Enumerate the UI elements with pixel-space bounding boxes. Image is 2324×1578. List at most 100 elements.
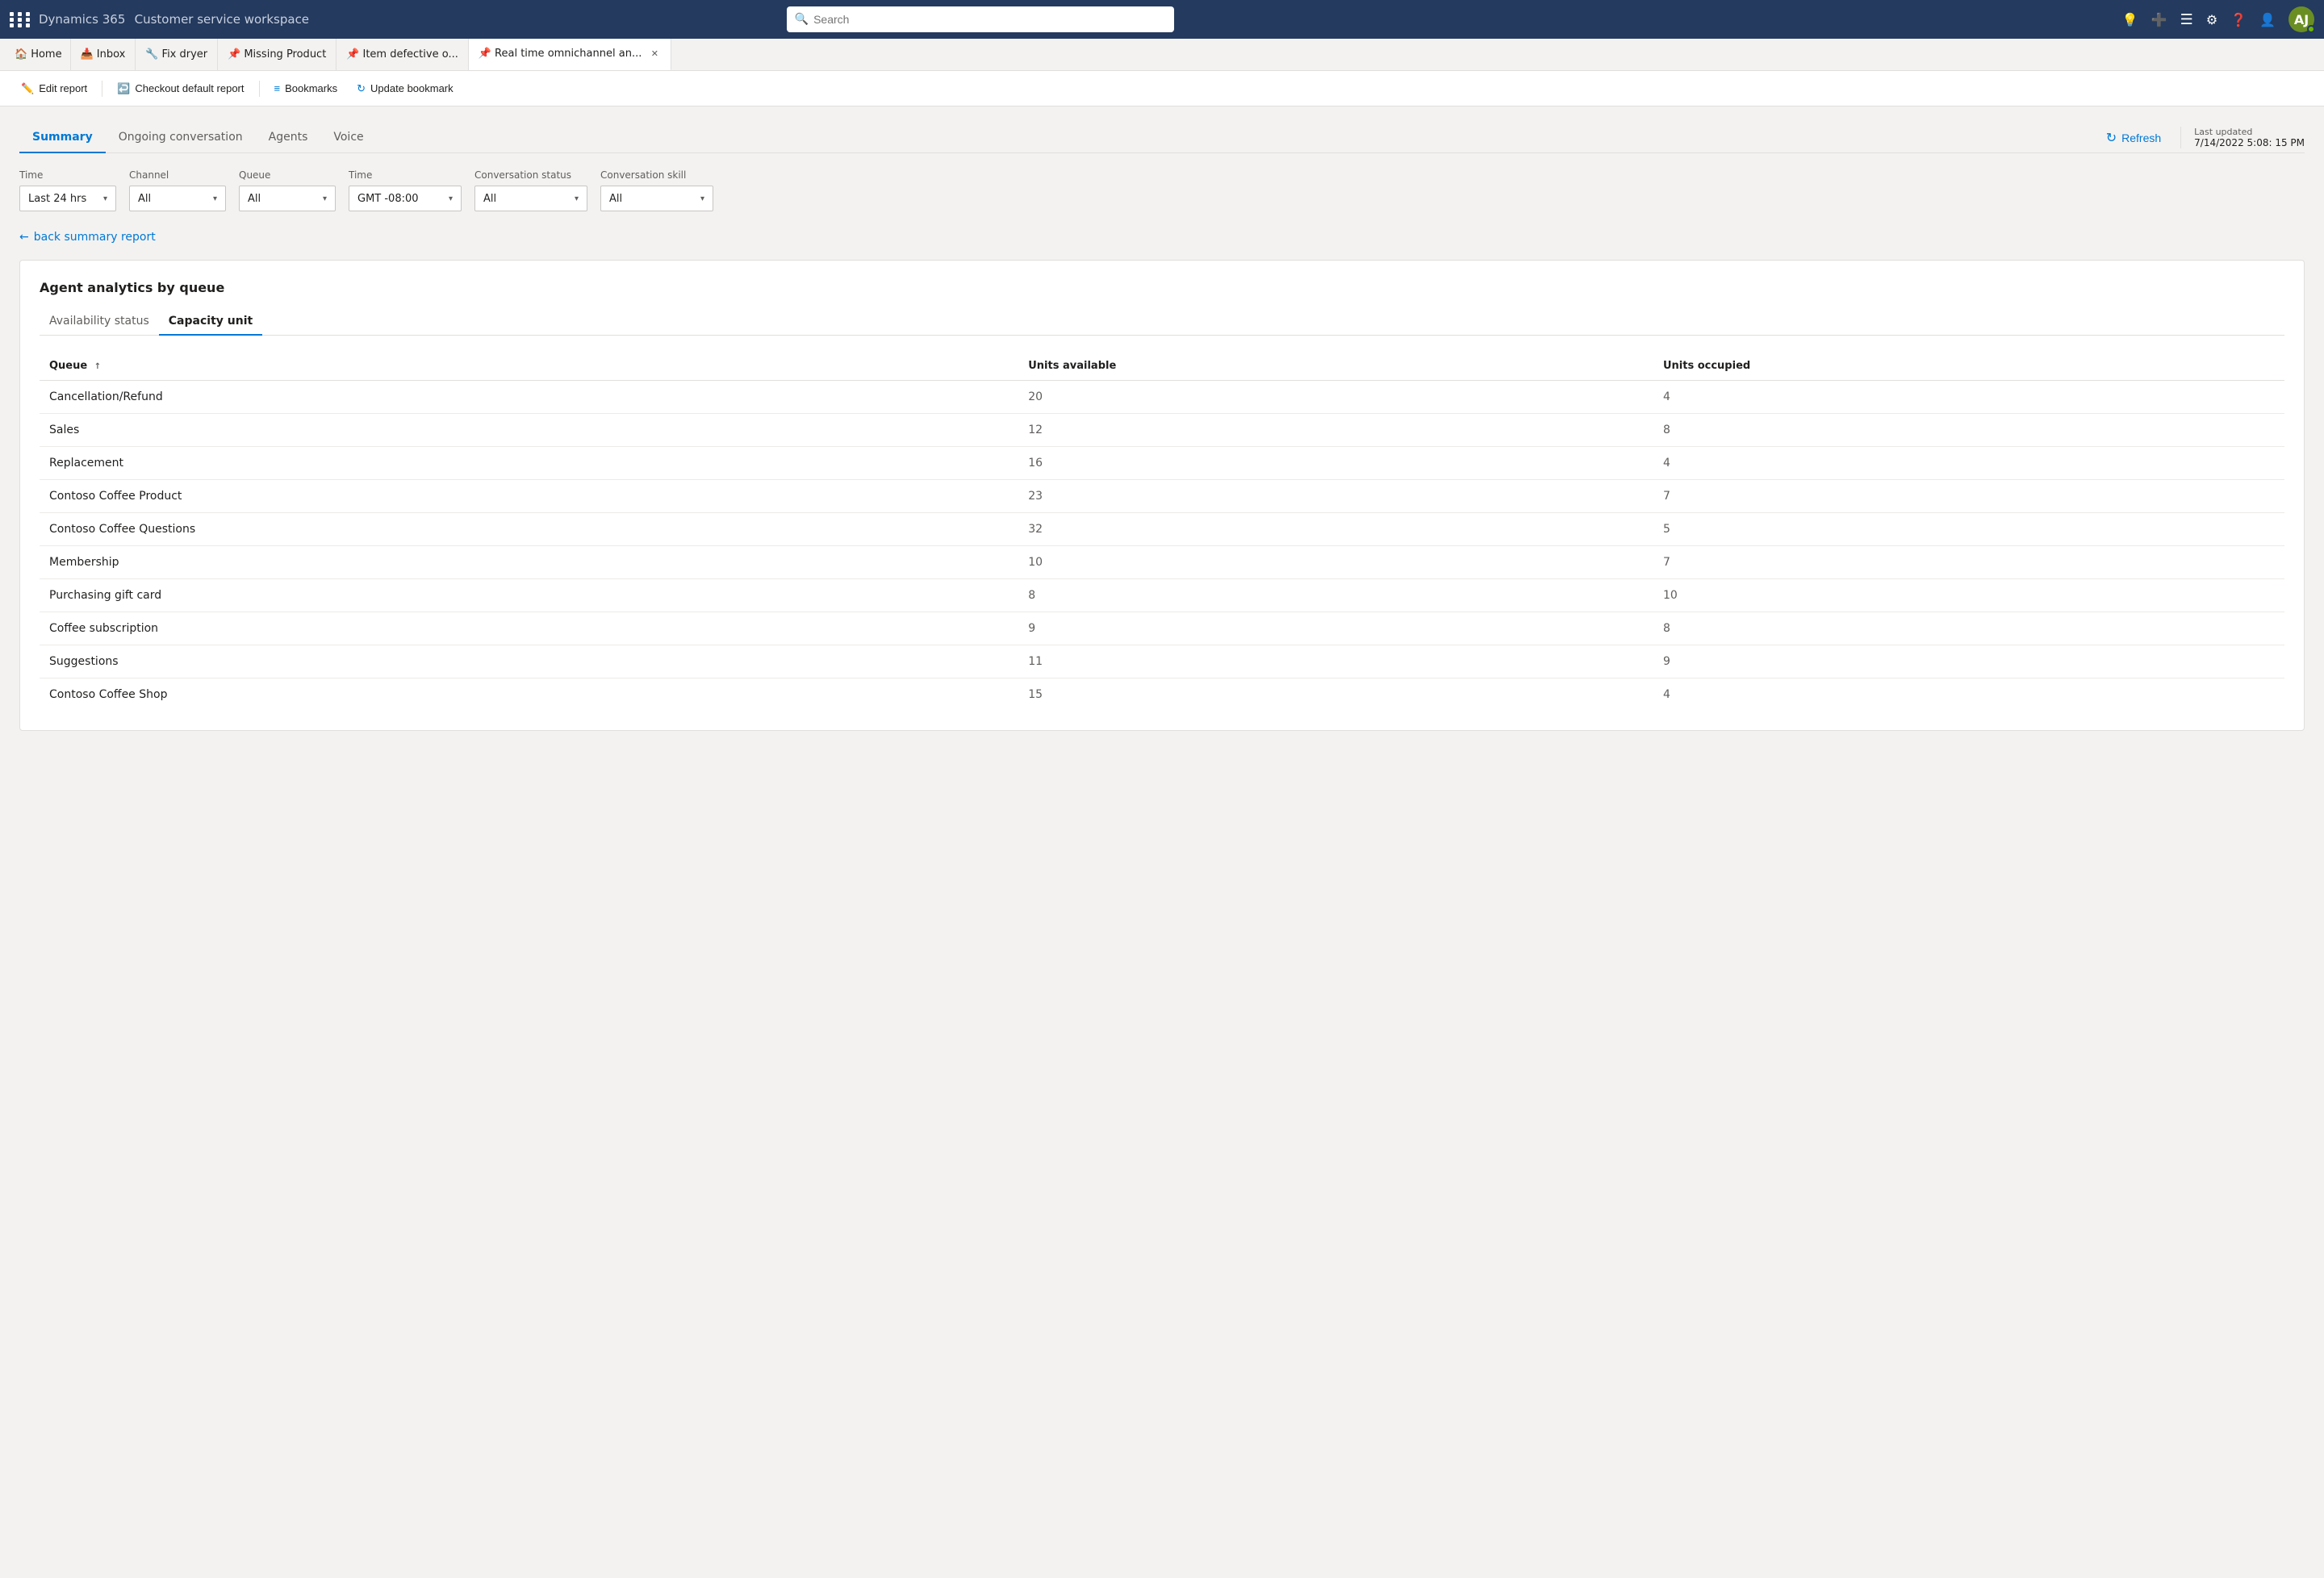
back-arrow-icon: ← [19, 231, 29, 244]
cell-queue-1: Sales [40, 414, 1018, 447]
home-icon: 🏠 [15, 48, 27, 61]
cell-queue-7: Coffee subscription [40, 612, 1018, 645]
col-units-available: Units available [1018, 352, 1653, 381]
cell-queue-6: Purchasing gift card [40, 579, 1018, 612]
filters-row: Time Last 24 hrs ▾ Channel All ▾ Queue A… [19, 169, 2305, 211]
toolbar-separator-2 [259, 81, 260, 97]
app-title: Dynamics 365 Customer service workspace [39, 12, 309, 27]
cell-queue-9: Contoso Coffee Shop [40, 678, 1018, 712]
checkout-button[interactable]: ↩️ Checkout default report [109, 76, 252, 102]
cell-units-available-7: 9 [1018, 612, 1653, 645]
table-row: Cancellation/Refund 20 4 [40, 381, 2284, 414]
table-row: Contoso Coffee Questions 32 5 [40, 513, 2284, 546]
edit-report-button[interactable]: ✏️ Edit report [13, 76, 95, 102]
cell-units-occupied-2: 4 [1653, 447, 2284, 480]
inner-tabs: Availability status Capacity unit [40, 308, 2284, 336]
table-row: Coffee subscription 9 8 [40, 612, 2284, 645]
bookmarks-button[interactable]: ≡ Bookmarks [266, 76, 346, 102]
refresh-button[interactable]: ↻ Refresh [2100, 127, 2167, 149]
lightbulb-icon[interactable]: 💡 [2122, 12, 2138, 27]
main-content: Summary Ongoing conversation Agents Voic… [0, 106, 2324, 1578]
back-link[interactable]: ← back summary report [19, 231, 156, 244]
filter-queue-select[interactable]: All ▾ [239, 186, 336, 211]
filter-time1-select[interactable]: Last 24 hrs ▾ [19, 186, 116, 211]
filter-time2: Time GMT -08:00 ▾ [349, 169, 462, 211]
table-row: Contoso Coffee Product 23 7 [40, 480, 2284, 513]
filter-conv-status: Conversation status All ▾ [474, 169, 587, 211]
nav-icons: 💡 ➕ ☰ ⚙ ❓ 👤 AJ [2122, 6, 2314, 32]
cell-units-available-1: 12 [1018, 414, 1653, 447]
chevron-down-icon-4: ▾ [449, 194, 453, 203]
table-row: Replacement 16 4 [40, 447, 2284, 480]
filter-time2-select[interactable]: GMT -08:00 ▾ [349, 186, 462, 211]
capacity-table: Queue ↑ Units available Units occupied C… [40, 352, 2284, 711]
chevron-down-icon-6: ▾ [700, 194, 704, 203]
filter-conv-skill-select[interactable]: All ▾ [600, 186, 713, 211]
cell-queue-8: Suggestions [40, 645, 1018, 678]
pin-icon-3: 📌 [479, 48, 491, 60]
report-tab-agents[interactable]: Agents [256, 123, 321, 153]
cell-units-occupied-8: 9 [1653, 645, 2284, 678]
col-queue[interactable]: Queue ↑ [40, 352, 1018, 381]
search-bar[interactable]: 🔍 [787, 6, 1174, 32]
card-title: Agent analytics by queue [40, 280, 2284, 295]
cell-units-occupied-1: 8 [1653, 414, 2284, 447]
filter-conv-status-select[interactable]: All ▾ [474, 186, 587, 211]
plus-icon[interactable]: ➕ [2151, 12, 2167, 27]
gear-icon[interactable]: ⚙ [2206, 12, 2217, 27]
cell-units-available-2: 16 [1018, 447, 1653, 480]
tab-item-defective[interactable]: 📌 Item defective o... [336, 39, 469, 71]
refresh-area: ↻ Refresh Last updated 7/14/2022 5:08: 1… [2100, 127, 2305, 149]
cell-units-occupied-6: 10 [1653, 579, 2284, 612]
tab-bar: 🏠 Home 📥 Inbox 🔧 Fix dryer 📌 Missing Pro… [0, 39, 2324, 71]
checkout-icon: ↩️ [117, 82, 130, 95]
col-units-occupied: Units occupied [1653, 352, 2284, 381]
table-row: Suggestions 11 9 [40, 645, 2284, 678]
report-tab-summary[interactable]: Summary [19, 123, 106, 153]
waffle-menu[interactable] [10, 12, 32, 27]
tab-realtime[interactable]: 📌 Real time omnichannel an... ✕ [469, 39, 672, 71]
inner-tab-capacity[interactable]: Capacity unit [159, 308, 262, 336]
inbox-icon: 📥 [81, 48, 94, 61]
edit-icon: ✏️ [21, 82, 34, 95]
cell-units-available-3: 23 [1018, 480, 1653, 513]
sort-icon: ↑ [94, 362, 101, 371]
tab-fix-dryer[interactable]: 🔧 Fix dryer [136, 39, 218, 71]
refresh-icon: ↻ [2106, 130, 2117, 146]
cell-units-occupied-7: 8 [1653, 612, 2284, 645]
report-tab-ongoing[interactable]: Ongoing conversation [106, 123, 256, 153]
table-row: Purchasing gift card 8 10 [40, 579, 2284, 612]
cell-queue-2: Replacement [40, 447, 1018, 480]
report-tab-voice[interactable]: Voice [320, 123, 376, 153]
inner-tab-availability[interactable]: Availability status [40, 308, 159, 336]
cell-units-occupied-0: 4 [1653, 381, 2284, 414]
cell-units-available-9: 15 [1018, 678, 1653, 712]
tab-inbox[interactable]: 📥 Inbox [71, 39, 136, 71]
chevron-down-icon-1: ▾ [103, 194, 107, 203]
pin-icon-2: 📌 [346, 48, 359, 61]
cell-units-available-5: 10 [1018, 546, 1653, 579]
update-bookmark-icon: ↻ [357, 82, 366, 95]
person-icon[interactable]: 👤 [2259, 12, 2276, 27]
analytics-card: Agent analytics by queue Availability st… [19, 260, 2305, 731]
avatar-status-badge [2307, 25, 2315, 33]
table-row: Sales 12 8 [40, 414, 2284, 447]
cell-units-available-8: 11 [1018, 645, 1653, 678]
tab-home[interactable]: 🏠 Home [6, 39, 71, 71]
search-input[interactable] [813, 13, 1166, 26]
chevron-down-icon-5: ▾ [575, 194, 579, 203]
question-icon[interactable]: ❓ [2230, 12, 2247, 27]
tab-realtime-close[interactable]: ✕ [648, 48, 661, 61]
update-bookmark-button[interactable]: ↻ Update bookmark [349, 76, 462, 102]
tab-missing-product[interactable]: 📌 Missing Product [218, 39, 336, 71]
filter-channel-select[interactable]: All ▾ [129, 186, 226, 211]
lines-icon[interactable]: ☰ [2180, 11, 2193, 28]
cell-queue-4: Contoso Coffee Questions [40, 513, 1018, 546]
filter-channel: Channel All ▾ [129, 169, 226, 211]
report-tabs-bar: Summary Ongoing conversation Agents Voic… [19, 123, 2305, 153]
wrench-icon: 🔧 [145, 48, 158, 61]
top-navigation: Dynamics 365 Customer service workspace … [0, 0, 2324, 39]
cell-units-occupied-4: 5 [1653, 513, 2284, 546]
cell-units-available-6: 8 [1018, 579, 1653, 612]
avatar[interactable]: AJ [2288, 6, 2314, 32]
